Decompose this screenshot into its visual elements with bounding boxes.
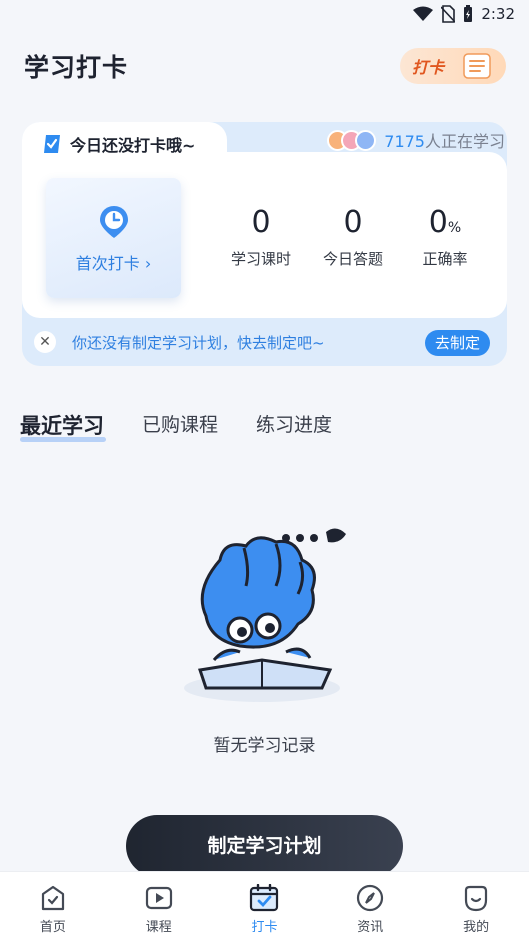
wifi-icon (413, 6, 434, 21)
nav-home[interactable]: 首页 (0, 872, 106, 940)
stat-label: 正确率 (422, 250, 468, 268)
first-checkin-label: 首次打卡 › (75, 254, 152, 273)
nav-profile[interactable]: 我的 (423, 872, 529, 940)
avatar (355, 129, 377, 151)
content-tabs: 最近学习 已购课程 练习进度 (20, 410, 332, 442)
empty-state-illustration (184, 528, 346, 702)
stat-lessons: 0 学习课时 (216, 205, 306, 269)
plan-reminder-text: 你还没有制定学习计划，快去制定吧~ (72, 333, 325, 352)
checkin-status-text: 今日还没打卡哦~ (70, 136, 196, 155)
bottom-navigation: 首页 课程 打卡 资讯 我的 (0, 872, 529, 940)
nav-label: 我的 (463, 920, 490, 935)
page-title: 学习打卡 (24, 53, 129, 82)
stat-value: 0 (428, 205, 448, 240)
nav-courses[interactable]: 课程 (106, 872, 212, 940)
stat-accuracy: 0% 正确率 (400, 205, 490, 269)
learner-suffix: 人正在学习 (424, 132, 505, 151)
home-icon (41, 885, 64, 911)
learners-online: 7175人正在学习 (327, 128, 505, 152)
make-plan-button[interactable]: 去制定 (424, 330, 490, 356)
checkin-status: 今日还没打卡哦~ (42, 132, 195, 156)
nav-checkin[interactable]: 打卡 (212, 872, 318, 940)
learner-avatars (327, 129, 377, 151)
learner-count: 7175 (384, 132, 425, 151)
check-flag-icon (44, 135, 60, 153)
stat-label: 学习课时 (230, 250, 291, 268)
checkin-badge-label: 打卡 (412, 58, 445, 77)
calendar-check-icon (250, 884, 279, 912)
nav-label: 课程 (145, 920, 172, 935)
tab-purchased-courses[interactable]: 已购课程 (142, 410, 218, 440)
battery-icon (464, 5, 473, 22)
close-icon[interactable]: ✕ (34, 331, 56, 353)
nav-label: 打卡 (251, 920, 278, 935)
stat-label: 今日答题 (322, 250, 383, 268)
no-sim-icon (441, 5, 456, 23)
plan-reminder-bar: ✕ 你还没有制定学习计划，快去制定吧~ 去制定 (34, 326, 494, 358)
clock-time: 2:32 (481, 5, 515, 23)
stat-answers: 0 今日答题 (308, 205, 398, 269)
nav-news[interactable]: 资讯 (317, 872, 423, 940)
stat-value: 0 (251, 205, 271, 240)
first-checkin-button[interactable]: 首次打卡 › (46, 178, 181, 298)
compass-icon (357, 884, 384, 912)
empty-state-text: 暂无学习记录 (213, 736, 316, 756)
stat-unit: % (447, 220, 462, 236)
tab-recent-study[interactable]: 最近学习 (20, 410, 106, 442)
status-bar: 2:32 (0, 0, 529, 32)
document-icon (463, 53, 491, 79)
stat-value: 0 (343, 205, 363, 240)
clock-icon (100, 206, 128, 238)
make-study-plan-button[interactable]: 制定学习计划 (126, 815, 403, 877)
play-icon (145, 886, 172, 910)
nav-label: 资讯 (357, 920, 384, 935)
nav-label: 首页 (39, 920, 66, 935)
profile-icon (464, 885, 488, 912)
checkin-badge-button[interactable]: 打卡 (400, 48, 506, 84)
tab-practice-progress[interactable]: 练习进度 (256, 410, 332, 440)
